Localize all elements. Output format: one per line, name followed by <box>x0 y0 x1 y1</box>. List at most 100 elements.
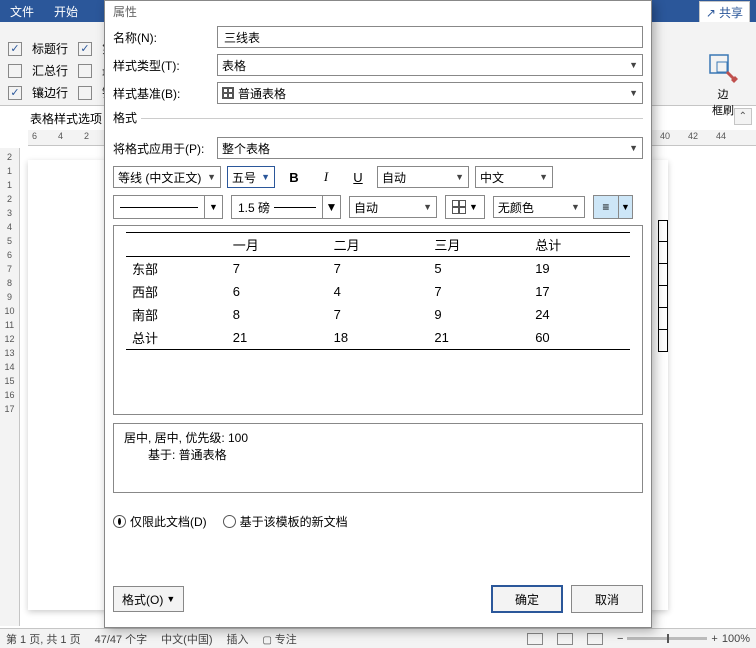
status-track[interactable]: ▢ 专注 <box>263 631 297 647</box>
tab-file[interactable]: 文件 <box>0 0 44 23</box>
zoom-out-icon[interactable]: − <box>617 633 623 645</box>
format-menu-label: 格式(O) <box>122 591 163 608</box>
style-base-label: 样式基准(B): <box>113 85 217 102</box>
status-bar: 第 1 页, 共 1 页 47/47 个字 中文(中国) 插入 ▢ 专注 − +… <box>0 628 756 648</box>
borders-button[interactable]: ▼ <box>445 195 485 219</box>
background-table-fragment <box>658 220 668 360</box>
checkbox-summary-row-label: 汇总行 <box>32 62 68 79</box>
chevron-down-icon: ▼ <box>619 195 633 219</box>
share-button[interactable]: ↗ 共享 <box>699 1 750 24</box>
checkbox-last-col[interactable] <box>78 64 92 78</box>
border-painter-icon <box>707 52 739 84</box>
zoom-in-icon[interactable]: + <box>711 633 717 645</box>
border-color-select[interactable]: 自动 ▼ <box>349 196 437 218</box>
ruler-vertical: 211234567891011121314151617 <box>0 148 20 626</box>
style-description: 居中, 居中, 优先级: 100 基于: 普通表格 <box>113 423 643 493</box>
script-value: 中文 <box>480 169 504 186</box>
apply-to-label: 将格式应用于(P): <box>113 140 217 157</box>
format-section-header: 格式 <box>113 109 141 126</box>
borders-icon <box>452 200 466 214</box>
zoom-value[interactable]: 100% <box>722 633 750 645</box>
checkbox-title-row-label: 标题行 <box>32 40 68 57</box>
chevron-down-icon: ▼ <box>629 143 638 153</box>
checkbox-banded-row-label: 镶边行 <box>32 84 68 101</box>
chevron-down-icon: ▼ <box>571 202 580 212</box>
font-family-value: 等线 (中文正文) <box>118 169 201 186</box>
chevron-down-icon: ▼ <box>204 196 222 218</box>
chevron-down-icon: ▼ <box>423 202 432 212</box>
font-family-select[interactable]: 等线 (中文正文) ▼ <box>113 166 221 188</box>
font-size-select[interactable]: 五号 ▼ <box>227 166 275 188</box>
tab-home[interactable]: 开始 <box>44 0 88 23</box>
chevron-down-icon: ▼ <box>469 202 478 212</box>
zoom-track[interactable] <box>627 637 707 640</box>
table-row: 总计21182160 <box>126 326 630 350</box>
chevron-down-icon: ▼ <box>207 172 216 182</box>
chevron-down-icon: ▼ <box>539 172 548 182</box>
cancel-button[interactable]: 取消 <box>571 585 643 613</box>
ok-button[interactable]: 确定 <box>491 585 563 613</box>
style-preview: 一月 二月 三月 总计 东部77519 西部64717 南部87924 总计21… <box>113 225 643 415</box>
checkbox-banded-row[interactable]: ✓ <box>8 86 22 100</box>
radio-icon <box>223 515 236 528</box>
status-words[interactable]: 47/47 个字 <box>95 631 148 647</box>
checkbox-banded-col[interactable] <box>78 86 92 100</box>
checkbox-summary-row[interactable] <box>8 64 22 78</box>
table-row: 东部77519 <box>126 257 630 281</box>
chevron-down-icon: ▼ <box>629 88 638 98</box>
bold-button[interactable]: B <box>281 165 307 189</box>
zoom-slider[interactable]: − + 100% <box>617 633 750 645</box>
chevron-down-icon: ▼ <box>455 172 464 182</box>
shading-value: 无颜色 <box>498 199 534 216</box>
radio-template-label: 基于该模板的新文档 <box>240 513 348 530</box>
radio-template[interactable]: 基于该模板的新文档 <box>223 513 348 530</box>
italic-button[interactable]: I <box>313 165 339 189</box>
border-weight-value: 1.5 磅 <box>238 199 270 216</box>
border-color-value: 自动 <box>354 199 378 216</box>
script-select[interactable]: 中文 ▼ <box>475 166 553 188</box>
style-type-value: 表格 <box>222 57 246 74</box>
style-type-select[interactable]: 表格 ▼ <box>217 54 643 76</box>
view-read-icon[interactable] <box>527 633 543 645</box>
border-style-preview <box>120 207 198 208</box>
style-base-value: 普通表格 <box>238 85 286 102</box>
dialog-section-cut: 属性 <box>113 3 643 20</box>
table-style-icon <box>222 87 234 99</box>
format-menu-button[interactable]: 格式(O) ▼ <box>113 586 184 612</box>
checkbox-first-col[interactable]: ✓ <box>78 42 92 56</box>
border-weight-preview <box>274 207 316 208</box>
checkbox-title-row[interactable]: ✓ <box>8 42 22 56</box>
font-toolbar: 等线 (中文正文) ▼ 五号 ▼ B I U 自动 ▼ 中文 ▼ <box>113 165 643 189</box>
status-lang[interactable]: 中文(中国) <box>161 631 212 647</box>
align-center-icon: ≡ <box>602 200 609 214</box>
table-row: 西部64717 <box>126 280 630 303</box>
desc-line2: 基于: 普通表格 <box>124 447 632 464</box>
font-color-select[interactable]: 自动 ▼ <box>377 166 469 188</box>
preview-table: 一月 二月 三月 总计 东部77519 西部64717 南部87924 总计21… <box>126 232 630 350</box>
status-page[interactable]: 第 1 页, 共 1 页 <box>6 631 81 647</box>
chevron-down-icon: ▼ <box>629 60 638 70</box>
alignment-button[interactable]: ≡ ▼ <box>593 195 633 219</box>
view-web-icon[interactable] <box>587 633 603 645</box>
radio-doc-only[interactable]: 仅限此文档(D) <box>113 513 207 530</box>
border-style-select[interactable]: ▼ <box>113 195 223 219</box>
desc-line1: 居中, 居中, 优先级: 100 <box>124 430 632 447</box>
style-base-select[interactable]: 普通表格 ▼ <box>217 82 643 104</box>
border-weight-select[interactable]: 1.5 磅 ▼ <box>231 195 341 219</box>
shading-select[interactable]: 无颜色 ▼ <box>493 196 585 218</box>
radio-doc-only-label: 仅限此文档(D) <box>130 513 207 530</box>
name-input[interactable] <box>217 26 643 48</box>
ribbon-collapse-button[interactable]: ⌃ <box>734 108 752 125</box>
border-toolbar: ▼ 1.5 磅 ▼ 自动 ▼ ▼ 无颜色 ▼ <box>113 195 643 219</box>
apply-to-select[interactable]: 整个表格 ▼ <box>217 137 643 159</box>
style-options-group-label: 表格样式选项 <box>30 110 102 127</box>
status-insert[interactable]: 插入 <box>227 631 249 647</box>
underline-button[interactable]: U <box>345 165 371 189</box>
font-size-value: 五号 <box>232 169 256 186</box>
chevron-down-icon: ▼ <box>261 172 270 182</box>
style-type-label: 样式类型(T): <box>113 57 217 74</box>
share-icon: ↗ <box>706 6 716 20</box>
view-print-icon[interactable] <box>557 633 573 645</box>
name-label: 名称(N): <box>113 29 217 46</box>
radio-icon <box>113 515 126 528</box>
